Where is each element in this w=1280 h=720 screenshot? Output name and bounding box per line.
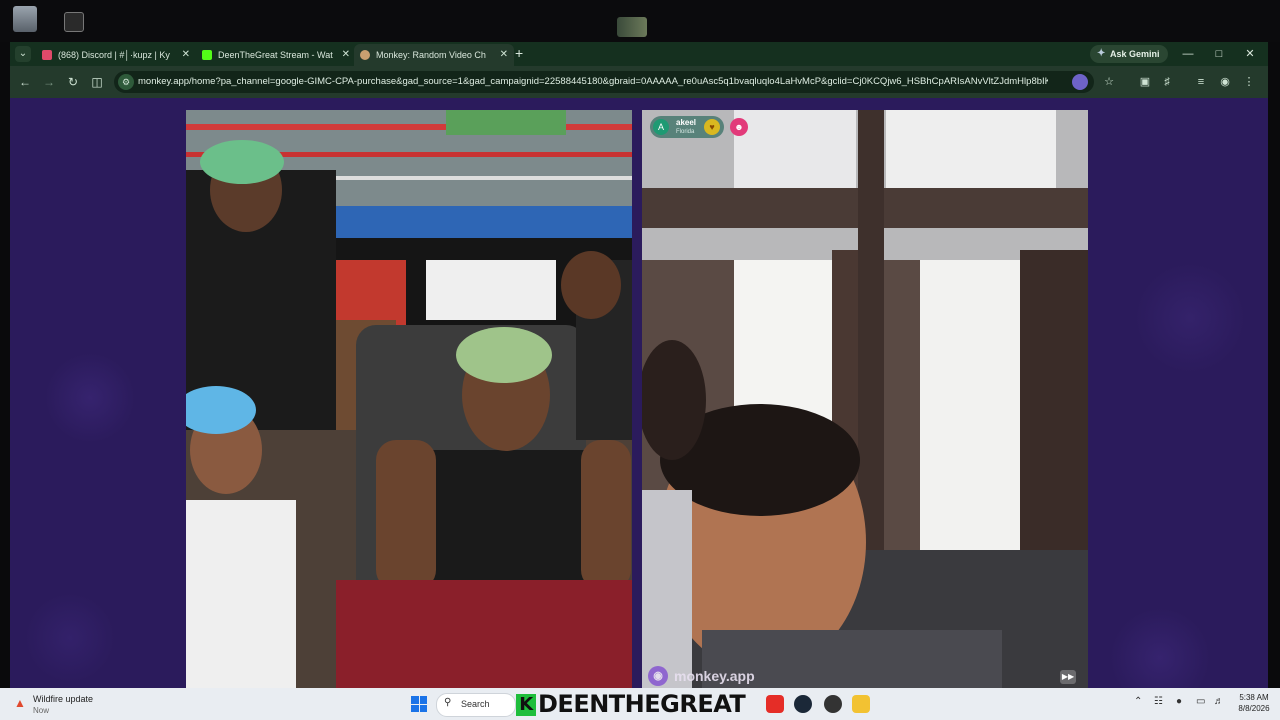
close-tab-icon[interactable]: ✕ bbox=[342, 44, 350, 66]
address-bar[interactable]: ⚙ monkey.app/home?pa_channel=google-GIMC… bbox=[114, 71, 1094, 93]
network-icon[interactable]: ☷ bbox=[1154, 696, 1163, 707]
desktop-app-icon[interactable] bbox=[64, 12, 84, 32]
tab-label: DeenTheGreat Stream - Watch bbox=[218, 50, 333, 60]
flame-icon: ▲ bbox=[14, 696, 26, 710]
media-control-icon[interactable]: ≡ bbox=[1192, 73, 1210, 91]
notification-time: Now bbox=[33, 706, 50, 715]
chrome-app-icon[interactable] bbox=[824, 695, 842, 713]
search-label: Search bbox=[461, 699, 490, 709]
tab-monkey[interactable]: Monkey: Random Video Ch ✕ bbox=[354, 44, 514, 66]
volume-icon[interactable]: ♬ bbox=[1214, 696, 1224, 707]
heart-icon[interactable]: ♥ bbox=[704, 119, 721, 135]
user-location: Florida bbox=[676, 129, 695, 135]
local-video-scene bbox=[186, 110, 632, 688]
notification-title: Wildfire update bbox=[33, 694, 94, 704]
watermark-text: monkey.app bbox=[674, 668, 755, 684]
forward-button[interactable]: → bbox=[40, 73, 58, 91]
tab-search-button[interactable]: ⌄ bbox=[15, 46, 31, 62]
extensions-puzzle-icon[interactable]: ♯ bbox=[1158, 73, 1176, 91]
reaction-icon[interactable]: ☻ bbox=[730, 118, 748, 136]
file-explorer-icon[interactable] bbox=[852, 695, 870, 713]
tab-label: (868) Discord | #│·kupz | Ky bbox=[58, 50, 170, 60]
remote-video-feed: A akeel Florida ♥ ☻ ◉ monkey.app ▶▶ bbox=[642, 110, 1088, 688]
taskbar-search[interactable]: ⚲ Search bbox=[436, 693, 516, 717]
clock-time: 5:38 AM bbox=[1239, 693, 1269, 702]
tab-discord[interactable]: (868) Discord | #│·kupz | Ky ✕ bbox=[36, 44, 196, 66]
close-tab-icon[interactable]: ✕ bbox=[182, 44, 190, 66]
more-menu-icon[interactable]: ⋮ bbox=[1240, 73, 1258, 91]
remote-video-scene bbox=[642, 110, 1088, 688]
monkey-logo-icon: ◉ bbox=[648, 666, 668, 686]
monkey-favicon-icon bbox=[360, 50, 370, 60]
search-icon: ⚲ bbox=[444, 697, 452, 708]
discord-favicon-icon bbox=[42, 50, 52, 60]
browser-window: ⌄ (868) Discord | #│·kupz | Ky ✕ DeenThe… bbox=[10, 42, 1268, 688]
close-window-button[interactable]: ✕ bbox=[1236, 42, 1264, 66]
wildfire-notification[interactable]: ▲ Wildfire update Now bbox=[12, 692, 172, 716]
minimize-button[interactable]: — bbox=[1174, 42, 1202, 66]
tab-kick-stream[interactable]: DeenTheGreat Stream - Watch ✕ bbox=[196, 44, 356, 66]
display-icon[interactable]: ▭ bbox=[1196, 696, 1205, 707]
skip-icon[interactable]: ▶▶ bbox=[1060, 670, 1076, 684]
side-panel-icon[interactable]: ◫ bbox=[88, 73, 106, 91]
clock-date: 8/8/2026 bbox=[1238, 704, 1270, 713]
monkey-page: A akeel Florida ♥ ☻ ◉ monkey.app ▶▶ bbox=[10, 98, 1268, 688]
desktop-background bbox=[0, 0, 1280, 42]
microphone-icon[interactable]: ● bbox=[1176, 696, 1182, 707]
youtube-app-icon[interactable] bbox=[766, 695, 784, 713]
start-button[interactable] bbox=[411, 696, 427, 712]
banner-text: DEENTHEGREAT bbox=[538, 690, 746, 718]
reload-button[interactable]: ↻ bbox=[64, 73, 82, 91]
ask-gemini-label: Ask Gemini bbox=[1110, 49, 1160, 59]
tab-label: Monkey: Random Video Ch bbox=[376, 50, 486, 60]
new-tab-button[interactable]: + bbox=[515, 45, 523, 61]
browser-toolbar: ← → ↻ ◫ ⚙ monkey.app/home?pa_channel=goo… bbox=[10, 66, 1268, 98]
show-hidden-icons-icon[interactable]: ⌃ bbox=[1134, 696, 1142, 707]
local-video-feed bbox=[186, 110, 632, 688]
maximize-button[interactable]: □ bbox=[1205, 42, 1233, 66]
steam-app-icon[interactable] bbox=[794, 695, 812, 713]
system-clock[interactable]: 5:38 AM 8/8/2026 bbox=[1234, 692, 1274, 714]
stream-overlay-banner: K DEENTHEGREAT bbox=[516, 690, 746, 718]
kick-logo-icon: K bbox=[516, 694, 536, 716]
site-info-icon[interactable]: ⚙ bbox=[118, 74, 134, 90]
remote-user-chip[interactable]: A akeel Florida ♥ bbox=[650, 116, 725, 138]
kick-favicon-icon bbox=[202, 50, 212, 60]
tab-strip: ⌄ (868) Discord | #│·kupz | Ky ✕ DeenThe… bbox=[10, 42, 1268, 66]
extension-badge-icon[interactable]: ▣ bbox=[1136, 73, 1154, 91]
windows-taskbar: ▲ Wildfire update Now ⚲ Search K DEENTHEG… bbox=[0, 688, 1280, 720]
recycle-bin-icon[interactable] bbox=[13, 6, 37, 32]
monkey-watermark: ◉ monkey.app bbox=[648, 666, 755, 686]
extension-icon[interactable] bbox=[1072, 74, 1088, 90]
gemini-sparkle-icon: ✦ bbox=[1097, 48, 1106, 59]
user-avatar: A bbox=[653, 119, 669, 135]
bookmark-star-icon[interactable]: ☆ bbox=[1100, 73, 1118, 91]
user-name: akeel bbox=[676, 118, 697, 127]
profile-avatar-icon[interactable]: ◉ bbox=[1216, 73, 1234, 91]
desktop-thumbnail-icon[interactable] bbox=[617, 17, 647, 37]
back-button[interactable]: ← bbox=[16, 73, 34, 91]
ask-gemini-button[interactable]: ✦ Ask Gemini bbox=[1090, 45, 1168, 63]
close-tab-icon[interactable]: ✕ bbox=[500, 44, 508, 66]
url-text[interactable]: monkey.app/home?pa_channel=google-GIMC-C… bbox=[138, 71, 1048, 93]
